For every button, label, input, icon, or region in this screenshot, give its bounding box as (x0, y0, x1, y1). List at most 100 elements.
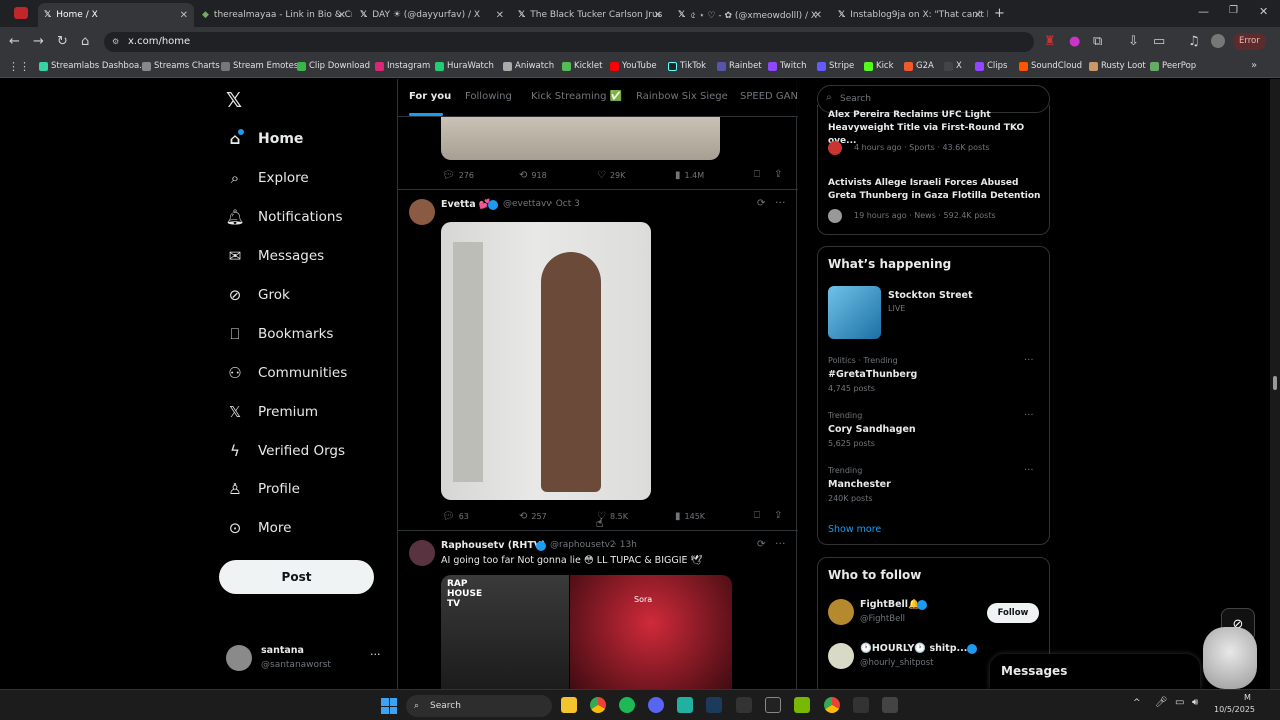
tab-following[interactable]: Following (465, 91, 512, 102)
maximize-button[interactable]: ❐ (1229, 5, 1238, 16)
site-info-icon[interactable]: ⚙ (112, 37, 119, 46)
news-title[interactable]: Activists Allege Israeli Forces Abused G… (828, 177, 1043, 203)
share-icon[interactable]: ⇪ (774, 169, 782, 180)
sidebar-item-explore[interactable]: ⌕ Explore (226, 169, 309, 187)
bookmark-item[interactable]: Rainbet (717, 61, 762, 71)
home-icon[interactable]: ⌂ (81, 35, 89, 48)
sidebar-item-premium[interactable]: 𝕏 Premium (226, 403, 318, 421)
post-author-handle[interactable]: @raphousetv2 (550, 540, 616, 550)
windows-start-icon[interactable] (381, 698, 397, 714)
bookmark-icon[interactable]: ⎕ (754, 169, 760, 180)
post-image[interactable] (441, 222, 651, 500)
trend-name[interactable]: #GretaThunberg (828, 369, 917, 380)
bookmark-item[interactable]: TikTok (668, 61, 706, 71)
show-more-link[interactable]: Show more (828, 524, 881, 535)
close-icon[interactable]: ✕ (180, 10, 188, 21)
bookmark-item[interactable]: Instagram (375, 61, 430, 71)
avatar[interactable] (828, 599, 854, 625)
sidebar-item-verified-orgs[interactable]: ϟ Verified Orgs (226, 442, 345, 460)
bookmark-item[interactable]: Streamlabs Dashboa... (39, 61, 147, 71)
live-thumbnail[interactable] (828, 286, 881, 339)
trend-name[interactable]: Manchester (828, 479, 891, 490)
clock-date[interactable]: 10/5/2025 (1214, 705, 1255, 714)
extension-icon[interactable]: ● (1069, 35, 1080, 48)
x-logo-icon[interactable]: 𝕏 (226, 88, 242, 112)
post-image[interactable]: RAP HOUSE TV (441, 575, 569, 689)
app-icon[interactable] (765, 697, 781, 713)
puzzle-icon[interactable]: ⧉ (1093, 35, 1102, 48)
bookmark-item[interactable]: G2A (904, 61, 934, 71)
post-author-name[interactable]: Raphousetv (RHTV) (441, 540, 546, 551)
share-icon[interactable]: ⇪ (774, 510, 782, 521)
bookmark-item[interactable]: Kick (864, 61, 894, 71)
post-date[interactable]: · 13h (614, 540, 637, 550)
close-icon[interactable]: ✕ (974, 10, 982, 21)
network-icon[interactable]: ▭ (1175, 697, 1184, 708)
more-dots-icon[interactable]: ··· (775, 196, 786, 209)
repost-button[interactable]: ⟲ 918 (519, 170, 547, 181)
downloads-icon[interactable]: ⇩ (1128, 35, 1139, 48)
extension-icon[interactable]: ♜ (1044, 35, 1056, 48)
sidebar-item-grok[interactable]: ⊘ Grok (226, 286, 290, 304)
repost-button[interactable]: ⟲ 257 (519, 511, 547, 522)
trend-name[interactable]: Cory Sandhagen (828, 424, 916, 435)
tray-chevron-icon[interactable]: ^ (1133, 698, 1141, 708)
new-tab-button[interactable]: + (994, 6, 1005, 21)
sidebar-item-bookmarks[interactable]: ⎕ Bookmarks (226, 325, 333, 343)
bookmark-item[interactable]: Streams Charts (142, 61, 220, 71)
sidebar-item-communities[interactable]: ⚇ Communities (226, 364, 347, 382)
volume-icon[interactable]: 🔊︎ (1192, 697, 1198, 708)
avatar[interactable] (1211, 34, 1225, 48)
close-icon[interactable]: ✕ (338, 10, 346, 21)
bookmark-item[interactable]: Stripe (817, 61, 854, 71)
minimize-button[interactable]: — (1198, 5, 1209, 18)
bookmark-icon[interactable]: ⎕ (754, 510, 760, 521)
close-window-button[interactable]: ✕ (1259, 5, 1268, 18)
forward-arrow-icon[interactable]: → (33, 35, 44, 48)
sidebar-item-profile[interactable]: ♙ Profile (226, 480, 300, 498)
post-image[interactable] (441, 117, 720, 160)
sidebar-item-messages[interactable]: ✉ Messages (226, 247, 325, 265)
grok-icon[interactable]: ⟳ (757, 198, 765, 209)
browser-tab[interactable]: 𝕏 DAY ☀ (@dayyurfav) / X ✕ (354, 3, 510, 27)
close-icon[interactable]: ✕ (814, 10, 822, 21)
clock-time[interactable]: M (1244, 693, 1251, 702)
microphone-icon[interactable]: 🎤︎ (1155, 697, 1168, 708)
sidebar-icon[interactable]: ▭ (1153, 35, 1165, 48)
tab-for-you[interactable]: For you (409, 91, 451, 102)
chrome-icon[interactable] (590, 697, 606, 713)
nvidia-icon[interactable] (794, 697, 810, 713)
bookmark-item[interactable]: Aniwatch (503, 61, 554, 71)
bookmark-item[interactable]: PeerPop (1150, 61, 1196, 71)
avatar[interactable] (828, 643, 854, 669)
post-date[interactable]: · Oct 3 (550, 199, 580, 209)
post-button[interactable]: Post (219, 560, 374, 594)
epic-games-icon[interactable] (736, 697, 752, 713)
browser-tab[interactable]: 𝕏 The Black Tucker Carlson Jrus ✕ (512, 3, 668, 27)
follow-button[interactable]: Follow (987, 603, 1039, 623)
profile-error-badge[interactable]: Error (1233, 33, 1266, 50)
bookmark-item[interactable]: Clip Download (297, 61, 370, 71)
bookmark-item[interactable]: Kicklet (562, 61, 602, 71)
browser-tab[interactable]: 𝕏 Home / X ✕ (38, 3, 194, 27)
taskbar-search[interactable]: ⌕ Search (406, 695, 552, 717)
close-icon[interactable]: ✕ (654, 10, 662, 21)
browser-tab[interactable]: ◆ therealmayaa - Link in Bio & Cr ✕ (196, 3, 352, 27)
sidebar-item-more[interactable]: ⊙ More (226, 519, 292, 537)
scrollbar[interactable] (1270, 79, 1280, 689)
more-bookmarks-icon[interactable]: » (1251, 60, 1257, 71)
app-icon[interactable] (677, 697, 693, 713)
views-button[interactable]: ▮ 145K (675, 511, 705, 522)
bookmark-item[interactable]: Rusty Loot (1089, 61, 1146, 71)
bookmark-item[interactable]: YouTube (610, 61, 657, 71)
more-dots-icon[interactable]: ··· (1024, 410, 1034, 421)
sidebar-item-notifications[interactable]: 🔔︎ Notifications (225, 208, 342, 226)
more-dots-icon[interactable]: ··· (1024, 355, 1034, 366)
bookmark-item[interactable]: Clips (975, 61, 1007, 71)
bookmark-item[interactable]: X (944, 61, 962, 71)
bookmark-item[interactable]: HuraWatch (435, 61, 494, 71)
close-icon[interactable]: ✕ (496, 10, 504, 21)
browser-tab[interactable]: 𝕏 ৫ ⋆ ♡ - ✿ (@xmeowdolll) / X ✕ (672, 3, 828, 27)
spotify-icon[interactable] (619, 697, 635, 713)
more-dots-icon[interactable]: ··· (1024, 465, 1034, 476)
